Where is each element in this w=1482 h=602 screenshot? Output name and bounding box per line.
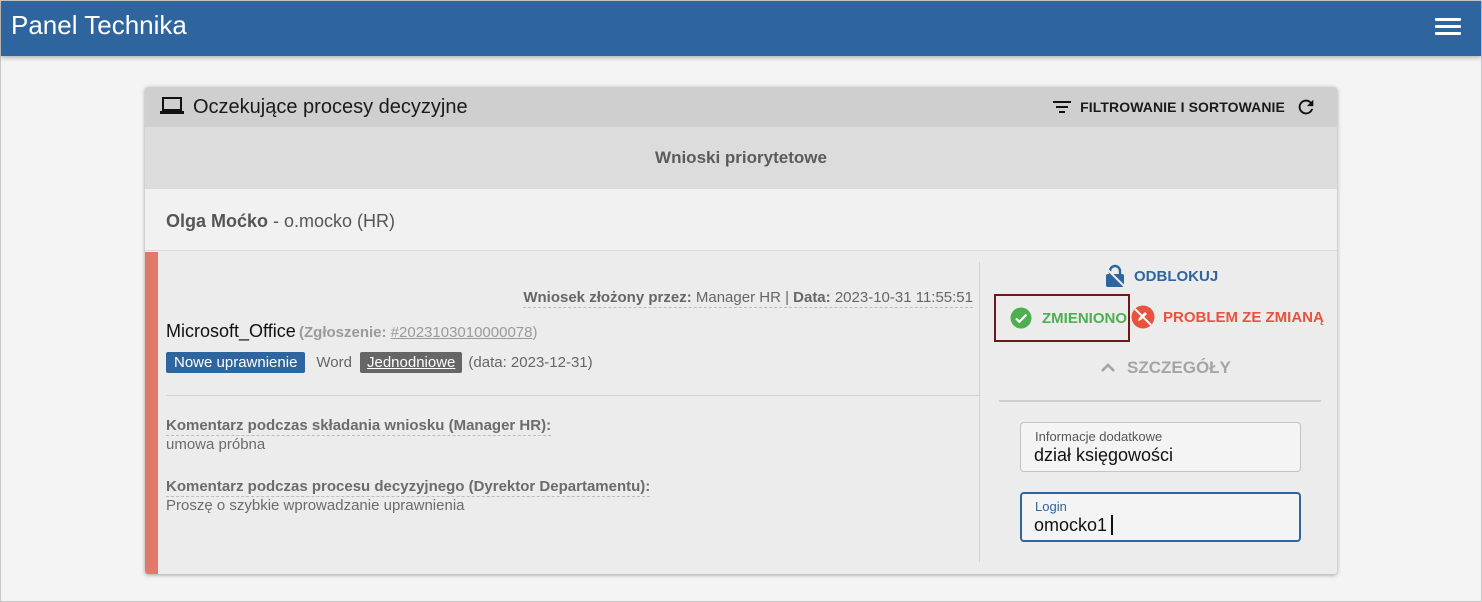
additional-info-field[interactable]: Informacje dodatkowe (1020, 422, 1301, 472)
priority-section-header: Wnioski priorytetowe (145, 127, 1337, 189)
filter-sort-button[interactable]: FILTROWANIE I SORTOWANIE (1052, 97, 1285, 117)
divider (166, 395, 979, 396)
login-input[interactable] (1034, 515, 1284, 536)
date-label: Data: (793, 289, 831, 306)
text-caret (1111, 515, 1113, 535)
app-title: Panel Technika (11, 10, 187, 40)
comment-text: umowa próbna (166, 436, 266, 453)
additional-info-label: Informacje dodatkowe (1035, 429, 1163, 444)
user-login: - o.mocko (HR) (268, 211, 396, 231)
product-name: Word (316, 353, 352, 371)
unlock-icon (1104, 264, 1126, 288)
submitted-by-label: Wniosek złożony przez: (523, 289, 692, 306)
ticket-close: ) (532, 324, 538, 341)
comment-label: Komentarz podczas składania wniosku (Man… (166, 417, 552, 436)
ticket-label: (Zgłoszenie: (299, 324, 391, 341)
divider (999, 400, 1321, 402)
ticket-info: (Zgłoszenie: #2023103010000078) (299, 324, 538, 341)
login-label: Login (1035, 499, 1067, 514)
card-header: Oczekujące procesy decyzyjne FILTROWANIE… (145, 87, 1337, 127)
pending-processes-card: Oczekujące procesy decyzyjne FILTROWANIE… (145, 87, 1337, 574)
application-name: Microsoft_Office (166, 321, 296, 341)
comment-text: Proszę o szybkie wprowadzanie uprawnieni… (166, 497, 465, 514)
priority-accent-bar (145, 252, 158, 574)
user-line: Olga Moćko - o.mocko (HR) (166, 211, 395, 232)
duration-badge[interactable]: Jednodniowe (359, 351, 463, 373)
additional-info-input[interactable] (1034, 445, 1284, 466)
check-circle-icon (1010, 307, 1032, 329)
laptop-icon (160, 97, 184, 114)
details-label: SZCZEGÓŁY (1127, 358, 1231, 377)
filter-icon (1053, 101, 1072, 113)
changed-label: ZMIENIONO (1042, 309, 1127, 327)
refresh-icon[interactable] (1295, 96, 1317, 118)
request-tags: Nowe uprawnienie Word Jednodniowe (data:… (166, 351, 593, 373)
problem-with-change-button[interactable]: PROBLEM ZE ZMIANĄ (1131, 304, 1324, 330)
request-item: Wniosek złożony przez: Manager HR | Data… (145, 252, 1337, 574)
unlock-label: ODBLOKUJ (1134, 267, 1219, 285)
top-app-bar: Panel Technika (1, 1, 1481, 56)
no-edit-icon (1131, 305, 1155, 329)
expiry-date: (data: 2023-12-31) (468, 353, 593, 371)
permission-type-badge: Nowe uprawnienie (166, 351, 306, 373)
problem-label: PROBLEM ZE ZMIANĄ (1163, 308, 1324, 326)
card-title: Oczekujące procesy decyzyjne (193, 96, 468, 118)
menu-icon[interactable] (1435, 15, 1461, 37)
user-name: Olga Moćko (166, 211, 269, 231)
details-toggle-button[interactable]: SZCZEGÓŁY (1099, 356, 1231, 380)
comment-label: Komentarz podczas procesu decyzyjnego (D… (166, 478, 651, 497)
unlock-button[interactable]: ODBLOKUJ (1104, 264, 1218, 288)
filter-sort-label: FILTROWANIE I SORTOWANIE (1080, 99, 1285, 115)
changed-button[interactable]: ZMIENIONO (994, 294, 1130, 342)
request-date: 2023-10-31 11:55:51 (830, 289, 973, 306)
vertical-divider (979, 262, 980, 562)
priority-label: Wnioski priorytetowe (655, 148, 827, 167)
login-field[interactable]: Login (1020, 492, 1301, 542)
submitted-by: Manager HR | (691, 289, 794, 306)
chevron-up-icon (1101, 363, 1115, 372)
request-meta: Wniosek złożony przez: Manager HR | Data… (523, 289, 973, 308)
user-row: Olga Moćko - o.mocko (HR) (145, 189, 1337, 251)
ticket-link[interactable]: #2023103010000078 (391, 324, 533, 341)
